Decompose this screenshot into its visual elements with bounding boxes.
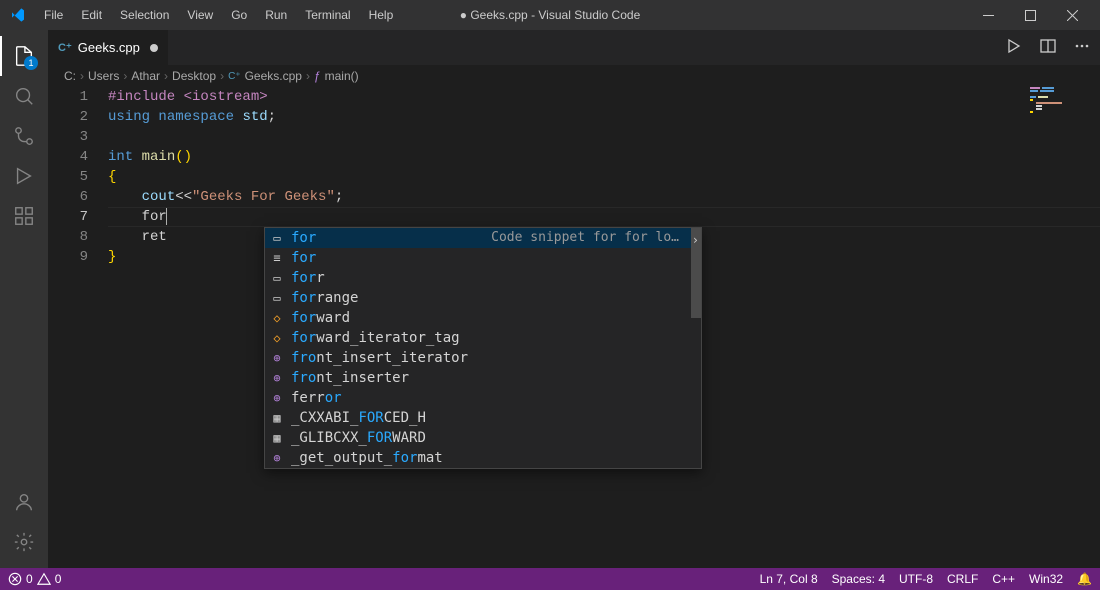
code-editor[interactable]: 1 2 3 4 5 6 7 8 9 #include <iostream> us… <box>48 87 1100 568</box>
tab-geeks-cpp[interactable]: C⁺ Geeks.cpp <box>48 30 169 65</box>
run-button[interactable] <box>1006 38 1022 57</box>
window-title: ● Geeks.cpp - Visual Studio Code <box>460 8 641 22</box>
status-target[interactable]: Win32 <box>1029 572 1063 586</box>
tab-label: Geeks.cpp <box>78 40 140 55</box>
status-eol[interactable]: CRLF <box>947 572 978 586</box>
menu-view[interactable]: View <box>179 5 221 25</box>
activity-search[interactable] <box>0 76 48 116</box>
activity-explorer[interactable]: 1 <box>0 36 48 76</box>
autocomplete-item[interactable]: ⊕ front_insert_iterator <box>265 348 701 368</box>
breadcrumb-segment[interactable]: Users <box>88 69 119 83</box>
status-encoding[interactable]: UTF-8 <box>899 572 933 586</box>
autocomplete-popup[interactable]: › ▭forCode snippet for for lo…≡for▭forr▭… <box>264 227 702 469</box>
line-number-gutter: 1 2 3 4 5 6 7 8 9 <box>48 87 108 568</box>
autocomplete-item[interactable]: ▭ for Code snippet for for lo… <box>265 228 701 248</box>
more-actions-button[interactable] <box>1074 38 1090 57</box>
breadcrumb[interactable]: C:› Users› Athar› Desktop› C⁺ Geeks.cpp›… <box>48 65 1100 87</box>
menu-terminal[interactable]: Terminal <box>297 5 358 25</box>
breadcrumb-segment[interactable]: C⁺ Geeks.cpp <box>228 69 302 83</box>
menu-run[interactable]: Run <box>257 5 295 25</box>
autocomplete-label: forward_iterator_tag <box>291 328 460 348</box>
autocomplete-label: for <box>291 248 316 268</box>
tab-bar: C⁺ Geeks.cpp <box>48 30 1100 65</box>
activity-bar: 1 <box>0 30 48 568</box>
snippet-icon: ▭ <box>269 270 285 286</box>
autocomplete-label: _CXXABI_FORCED_H <box>291 408 426 428</box>
autocomplete-readmore-icon[interactable]: › <box>692 230 699 250</box>
split-editor-button[interactable] <box>1040 38 1056 57</box>
activity-source-control[interactable] <box>0 116 48 156</box>
window-maximize-button[interactable] <box>1010 1 1050 29</box>
autocomplete-item[interactable]: ⊕ front_inserter <box>265 368 701 388</box>
class-icon: ◇ <box>269 310 285 326</box>
status-line-col[interactable]: Ln 7, Col 8 <box>760 572 818 586</box>
const-icon: ▦ <box>269 410 285 426</box>
class-icon: ◇ <box>269 330 285 346</box>
autocomplete-label: for <box>291 228 316 248</box>
autocomplete-label: front_insert_iterator <box>291 348 468 368</box>
func-icon: ⊕ <box>269 450 285 466</box>
breadcrumb-segment[interactable]: ƒ main() <box>314 69 359 83</box>
menu-selection[interactable]: Selection <box>112 5 177 25</box>
autocomplete-label: forward <box>291 308 350 328</box>
func-icon: ⊕ <box>269 350 285 366</box>
status-indentation[interactable]: Spaces: 4 <box>832 572 885 586</box>
snippet-icon: ▭ <box>269 230 285 246</box>
autocomplete-label: _GLIBCXX_FORWARD <box>291 428 426 448</box>
editor-scrollbar[interactable] <box>1086 144 1100 568</box>
tab-dirty-indicator <box>150 44 158 52</box>
autocomplete-item[interactable]: ▭ forrange <box>265 288 701 308</box>
status-errors[interactable]: 0 0 <box>8 572 61 586</box>
window-close-button[interactable] <box>1052 1 1092 29</box>
cpp-file-icon: C⁺ <box>58 41 72 54</box>
autocomplete-item[interactable]: ▦ _GLIBCXX_FORWARD <box>265 428 701 448</box>
activity-run-debug[interactable] <box>0 156 48 196</box>
explorer-badge: 1 <box>24 56 38 70</box>
minimap[interactable] <box>1030 87 1086 107</box>
autocomplete-label: forrange <box>291 288 358 308</box>
status-language[interactable]: C++ <box>992 572 1015 586</box>
breadcrumb-segment[interactable]: Athar <box>131 69 160 83</box>
text-cursor <box>166 208 167 225</box>
autocomplete-item[interactable]: ≡ for <box>265 248 701 268</box>
autocomplete-item[interactable]: ▭ forr <box>265 268 701 288</box>
autocomplete-item[interactable]: ⊕ ferror <box>265 388 701 408</box>
func-icon: ⊕ <box>269 370 285 386</box>
autocomplete-label: forr <box>291 268 325 288</box>
status-notifications[interactable]: 🔔 <box>1077 572 1092 586</box>
autocomplete-label: front_inserter <box>291 368 409 388</box>
autocomplete-item[interactable]: ⊕ _get_output_format <box>265 448 701 468</box>
autocomplete-item[interactable]: ◇ forward <box>265 308 701 328</box>
code-content[interactable]: #include <iostream> using namespace std;… <box>108 87 1100 568</box>
activity-settings[interactable] <box>0 522 48 562</box>
autocomplete-label: ferror <box>291 388 342 408</box>
autocomplete-item[interactable]: ◇ forward_iterator_tag <box>265 328 701 348</box>
activity-extensions[interactable] <box>0 196 48 236</box>
const-icon: ▦ <box>269 430 285 446</box>
breadcrumb-segment[interactable]: Desktop <box>172 69 216 83</box>
keyword-icon: ≡ <box>269 250 285 266</box>
status-bar: 0 0 Ln 7, Col 8 Spaces: 4 UTF-8 CRLF C++… <box>0 568 1100 590</box>
menu-edit[interactable]: Edit <box>73 5 110 25</box>
menu-help[interactable]: Help <box>361 5 402 25</box>
autocomplete-doc: Code snippet for for lo… <box>491 228 697 248</box>
func-icon: ⊕ <box>269 390 285 406</box>
breadcrumb-segment[interactable]: C: <box>64 69 76 83</box>
menu-file[interactable]: File <box>36 5 71 25</box>
window-minimize-button[interactable] <box>968 1 1008 29</box>
snippet-icon: ▭ <box>269 290 285 306</box>
autocomplete-label: _get_output_format <box>291 448 443 468</box>
activity-accounts[interactable] <box>0 482 48 522</box>
menu-go[interactable]: Go <box>223 5 255 25</box>
autocomplete-item[interactable]: ▦ _CXXABI_FORCED_H <box>265 408 701 428</box>
title-bar: File Edit Selection View Go Run Terminal… <box>0 0 1100 30</box>
vscode-logo-icon <box>10 7 26 23</box>
